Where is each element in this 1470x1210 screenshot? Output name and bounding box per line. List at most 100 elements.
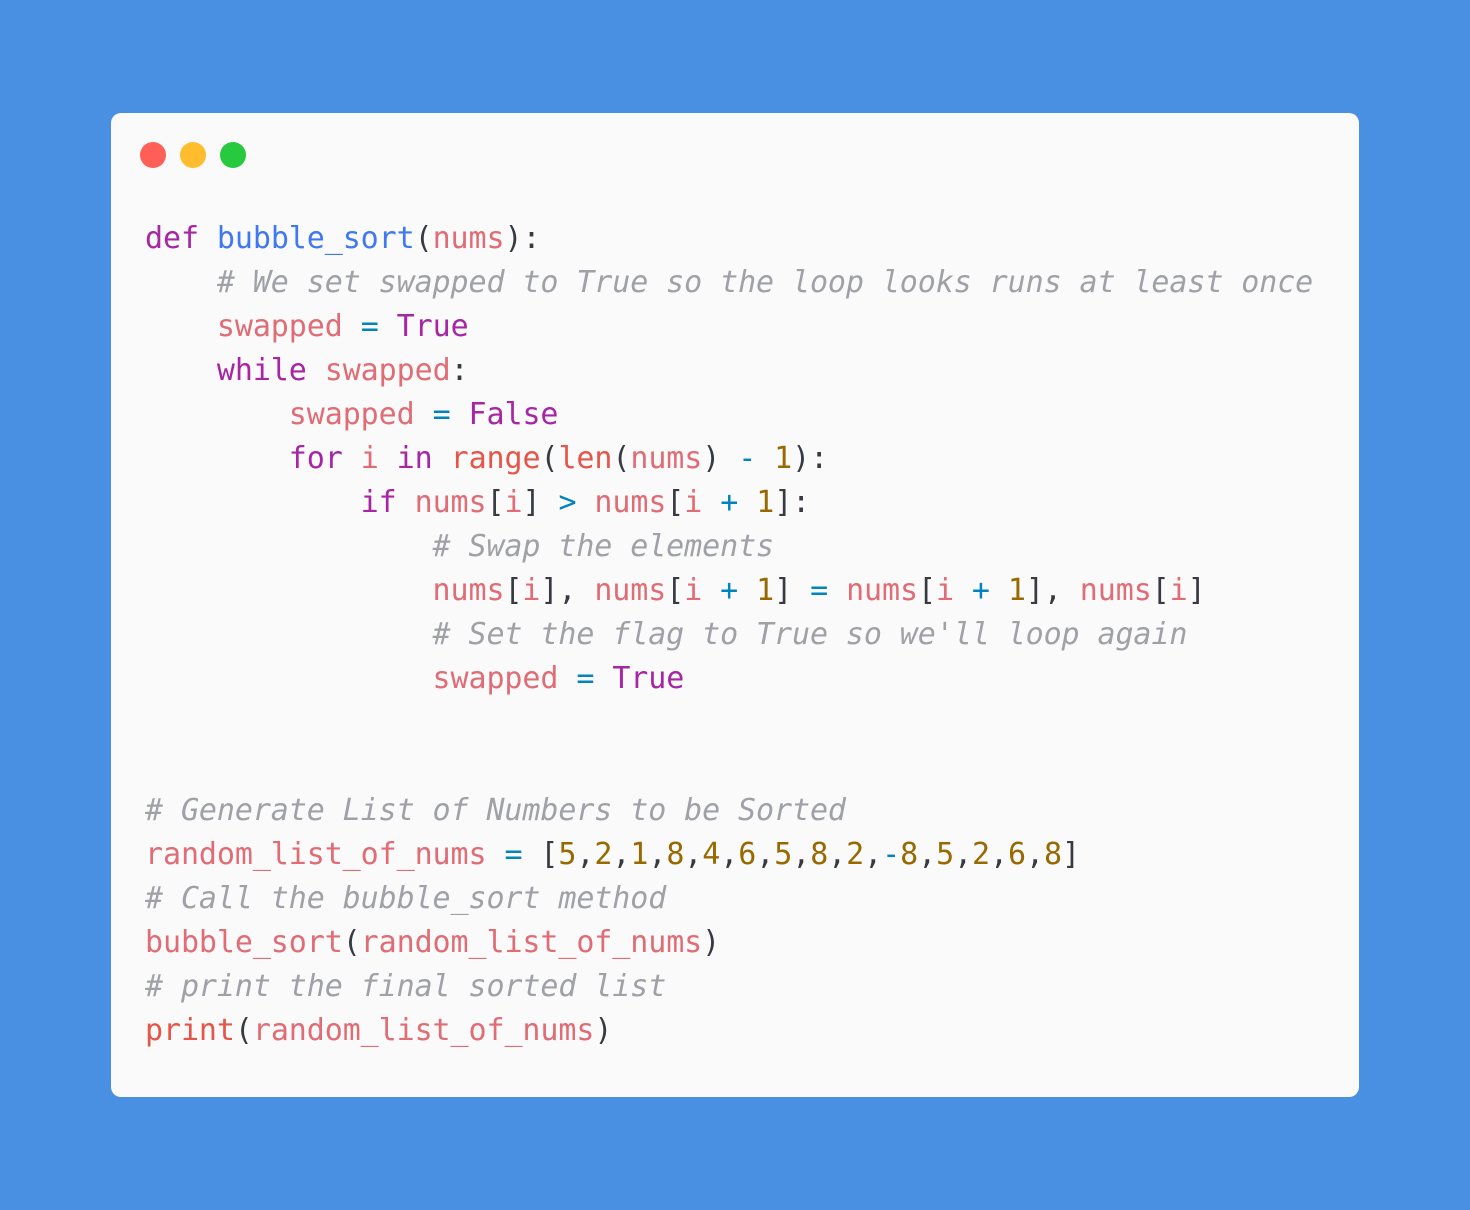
code-token-operator: = [360, 309, 379, 344]
code-token-punct: , [612, 837, 631, 872]
code-token-number: 1 [756, 573, 775, 608]
code-token-variable: nums [432, 573, 505, 608]
maximize-dot-icon[interactable] [220, 142, 246, 168]
code-token-number: 5 [936, 837, 955, 872]
code-token-variable: random_list_of_nums [252, 1013, 595, 1048]
code-token-variable: i [1169, 573, 1188, 608]
code-line: # Call the bubble_sort method [145, 877, 1313, 921]
code-token-variable: random_list_of_nums [145, 837, 487, 872]
code-token-variable: nums [846, 573, 918, 608]
code-token-punct: , [864, 837, 883, 872]
code-token-number: 8 [900, 837, 919, 872]
code-token-punct: ( [414, 221, 433, 256]
code-line: print(random_list_of_nums) [145, 1009, 1313, 1053]
code-token-punct: ] [522, 485, 541, 520]
code-token-function: bubble_sort [216, 221, 415, 256]
code-line: bubble_sort(random_list_of_nums) [145, 921, 1313, 965]
code-token-keyword: in [396, 441, 433, 476]
code-token-variable: swapped [216, 309, 343, 344]
code-token-number: 6 [1008, 837, 1026, 872]
code-token-punct: ( [342, 925, 361, 960]
window-controls [140, 142, 246, 168]
code-line: nums[i], nums[i + 1] = nums[i + 1], nums… [145, 569, 1313, 613]
code-token-builtin: range [450, 441, 541, 476]
code-token-punct: ): [504, 221, 541, 256]
code-token-variable: i [684, 573, 703, 608]
code-token-variable: nums [630, 441, 703, 476]
code-token-punct: , [990, 837, 1009, 872]
code-token-punct: ): [792, 441, 829, 476]
code-token-punct: ] [774, 573, 793, 608]
code-line: swapped = True [145, 305, 1313, 349]
code-token-punct: , [1026, 837, 1044, 872]
code-token-operator: - [738, 441, 757, 476]
code-token-keyword: def [145, 221, 199, 256]
code-token-builtin: len [558, 441, 613, 476]
code-token-operator: = [504, 837, 523, 872]
code-token-punct: ( [234, 1013, 253, 1048]
code-token-operator: - [882, 837, 901, 872]
code-block: def bubble_sort(nums): # We set swapped … [145, 217, 1313, 1053]
code-token-punct: : [450, 353, 469, 388]
code-line: swapped = True [145, 657, 1313, 701]
code-token-punct: ) [702, 925, 721, 960]
code-token-punct: ] [1187, 573, 1206, 608]
code-token-keyword: True [612, 661, 685, 696]
code-token-keyword: if [360, 485, 397, 520]
code-token-number: 8 [666, 837, 685, 872]
code-token-variable: i [935, 573, 954, 608]
code-token-number: 1 [756, 485, 775, 520]
close-dot-icon[interactable] [140, 142, 166, 168]
code-token-operator: > [558, 485, 577, 520]
code-token-punct: ]: [774, 485, 811, 520]
code-token-punct: , [648, 837, 667, 872]
code-token-number: 2 [594, 837, 613, 872]
code-token-variable: nums [594, 573, 667, 608]
code-token-keyword: while [216, 353, 307, 388]
code-line: while swapped: [145, 349, 1313, 393]
code-token-comment: # Swap the elements [432, 529, 775, 564]
code-token-keyword: True [396, 309, 469, 344]
code-token-variable: i [504, 485, 523, 520]
code-token-punct: [ [666, 573, 685, 608]
code-token-punct: , [792, 837, 811, 872]
code-token-punct: , [756, 837, 775, 872]
code-token-comment: # Generate List of Numbers to be Sorted [145, 793, 846, 828]
code-token-punct: [ [1151, 573, 1170, 608]
code-token-variable: nums [1079, 573, 1152, 608]
code-token-punct: ], [540, 573, 595, 608]
code-token-punct: [ [666, 485, 685, 520]
code-token-builtin: print [145, 1013, 235, 1048]
minimize-dot-icon[interactable] [180, 142, 206, 168]
code-token-punct: , [720, 837, 739, 872]
code-token-operator: + [720, 573, 739, 608]
code-token-punct: , [954, 837, 973, 872]
code-token-variable: swapped [288, 397, 415, 432]
code-token-variable: random_list_of_nums [360, 925, 703, 960]
code-token-keyword: False [468, 397, 559, 432]
code-token-variable: nums [432, 221, 505, 256]
code-token-punct: [ [917, 573, 936, 608]
code-token-punct: [ [486, 485, 505, 520]
code-line: # Set the flag to True so we'll loop aga… [145, 613, 1313, 657]
